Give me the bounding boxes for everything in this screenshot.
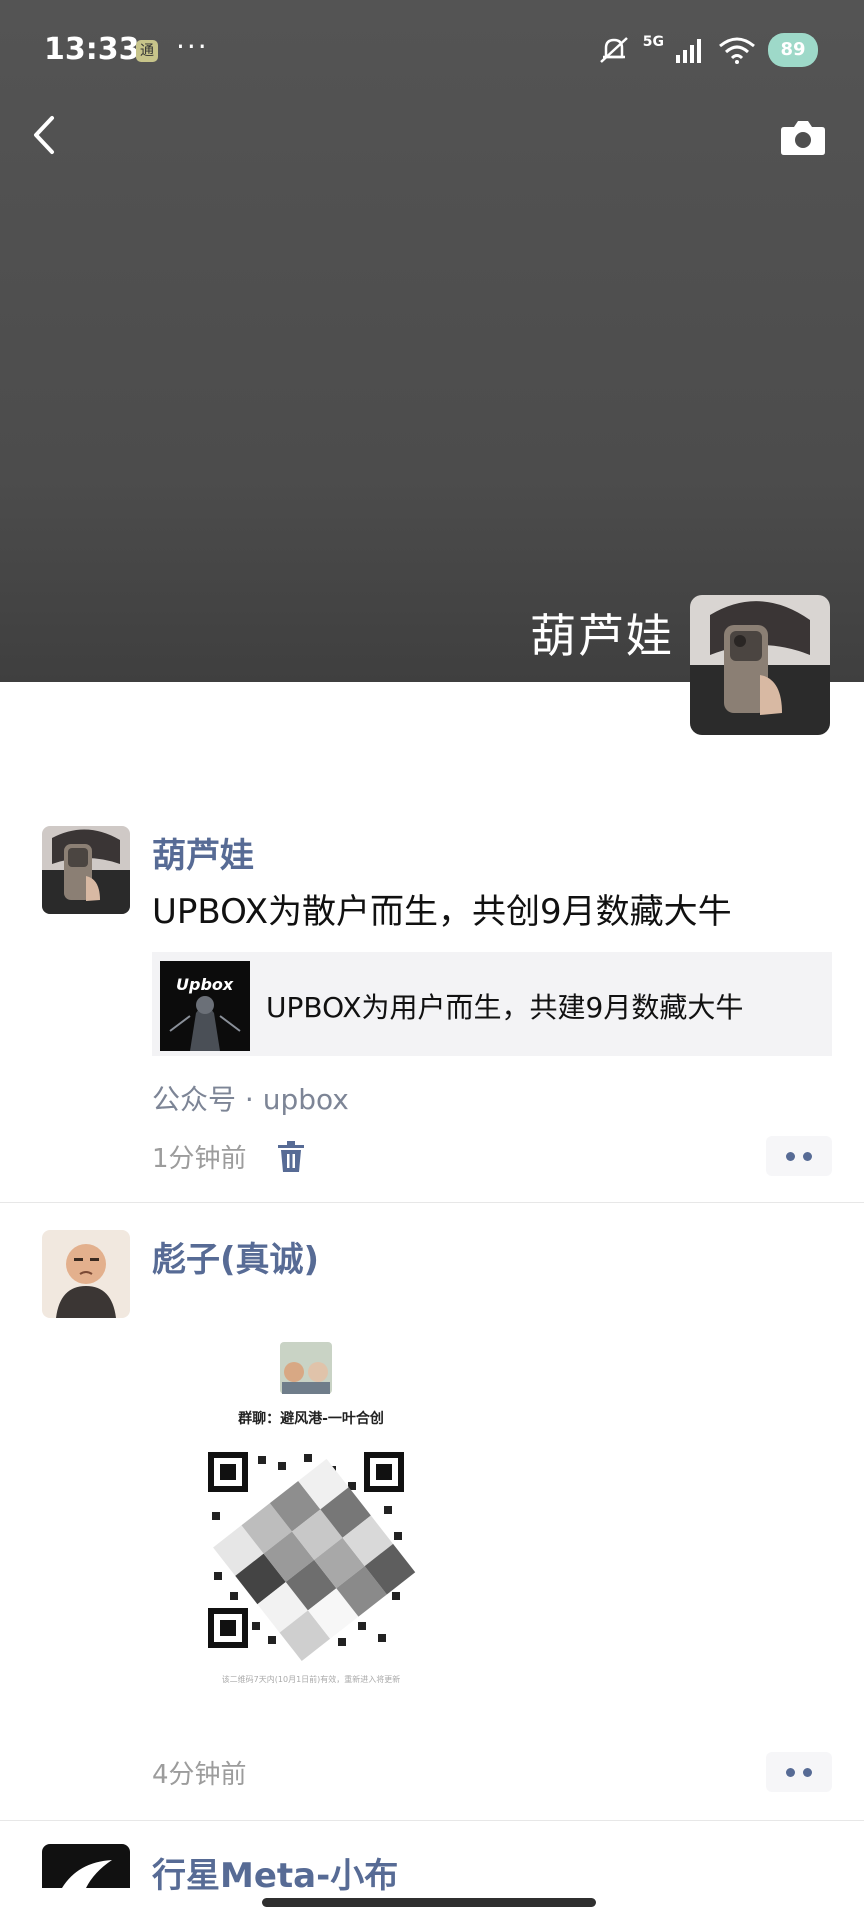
post-divider [0,1820,864,1821]
cell-signal-icon [676,39,701,63]
camera-icon [781,121,825,155]
qr-footnote: 该二维码7天内(10月1日前)有效，重新进入将更新 [221,1675,401,1684]
status-indicators: 5G 89 [597,30,818,70]
avatar-photo [42,826,130,914]
cover-image[interactable] [0,0,864,682]
profile-avatar[interactable] [690,595,830,735]
chevron-left-icon [34,116,54,154]
post-author-avatar[interactable] [42,1230,130,1318]
post-time: 4分钟前 [152,1760,247,1790]
more-button[interactable] [766,1136,832,1176]
network-type: 5G [642,34,664,50]
post-author-avatar[interactable] [42,1844,130,1888]
profile-name: 葫芦娃 [530,609,674,663]
avatar-photo [42,1230,130,1318]
battery-indicator: 89 [768,33,818,67]
post-text: UPBOX为散户而生，共创9月数藏大牛 [152,892,732,932]
back-button[interactable] [24,110,64,160]
avatar-photo [690,595,830,735]
post-source[interactable]: 公众号 · upbox [152,1078,349,1118]
camera-button[interactable] [780,118,826,156]
home-indicator[interactable] [262,1898,596,1907]
shared-article-title: UPBOX为用户而生，共建9月数藏大牛 [266,991,744,1024]
avatar-photo [42,1844,130,1888]
mute-icon [599,37,628,63]
qr-group-label: 群聊：避风港-一叶合创 [238,1411,384,1427]
trash-icon [278,1141,304,1172]
shared-article-thumbnail: Upbox [160,961,250,1051]
status-bar: 13:33 通 ··· 5G 89 [0,0,864,100]
shared-article-card[interactable]: Upbox UPBOX为用户而生，共建9月数藏大牛 [152,952,832,1056]
post-author-name[interactable]: 彪子(真诚) [152,1232,319,1281]
post-author-name[interactable]: 行星Meta-小布 [152,1848,398,1897]
post-image-qr-code[interactable]: 群聊：避风港-一叶合创 该二维码7天内(10月1日前)有效，重新进入将更新 [152,1322,470,1704]
post-time: 1分钟前 [152,1144,247,1174]
more-button[interactable] [766,1752,832,1792]
notification-app-icon: 通 [136,40,158,62]
more-notifications-icon: ··· [176,30,209,63]
qr-code-image [152,1322,470,1704]
post-author-avatar[interactable] [42,826,130,914]
post-divider [0,1202,864,1203]
status-time: 13:33 [44,32,140,67]
wifi-icon [719,37,755,64]
delete-button[interactable] [276,1140,306,1174]
thumbnail-logo-text: Upbox [176,975,234,994]
post-author-name[interactable]: 葫芦娃 [152,828,254,877]
